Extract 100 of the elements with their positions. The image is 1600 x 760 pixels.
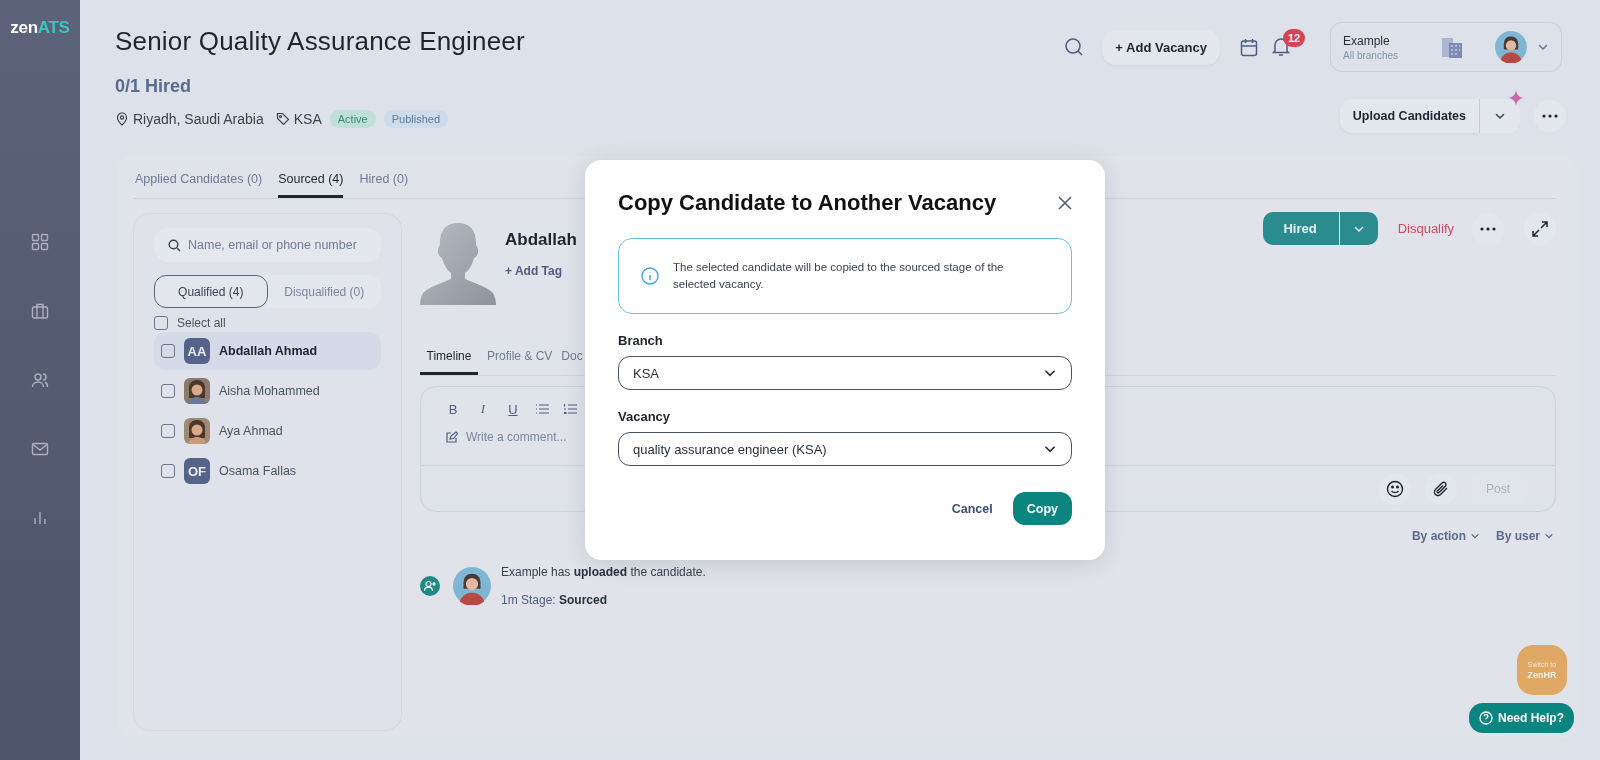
add-user-icon (420, 576, 440, 596)
status-badge: Published (383, 110, 449, 128)
checkbox[interactable] (161, 384, 175, 398)
edit-icon (445, 430, 458, 444)
location-pin-icon (115, 112, 129, 126)
timeline-entry-text: Example has uploaded the candidate. (501, 565, 706, 579)
candidate-row[interactable]: OF Osama Fallas (154, 452, 381, 490)
numbered-list-button[interactable] (563, 403, 577, 415)
avatar-placeholder-icon (420, 223, 496, 305)
select-field[interactable]: KSA (618, 356, 1072, 390)
numbered-list-icon (563, 403, 577, 415)
add-vacancy-button[interactable]: + Add Vacancy (1102, 29, 1220, 65)
briefcase-icon (31, 302, 49, 320)
bell-icon (1272, 37, 1290, 57)
nav-button[interactable] (31, 302, 49, 320)
field-label: Branch (618, 333, 664, 348)
search-icon (1064, 37, 1085, 57)
account-scope: All branches (1343, 49, 1400, 61)
bar-chart-icon (31, 509, 49, 527)
avatar-icon (453, 567, 491, 605)
building-icon (1441, 35, 1463, 59)
detail-tab[interactable]: Doc (561, 343, 583, 375)
format-button[interactable]: I (475, 401, 491, 417)
format-button[interactable]: U (505, 401, 521, 417)
more-icon (1542, 114, 1558, 118)
close-icon (1058, 196, 1072, 210)
stage-tab[interactable]: Applied Candidates (0) (135, 166, 263, 198)
calendar-icon (1240, 37, 1258, 57)
bullet-list-icon (535, 403, 549, 415)
account-switcher[interactable]: Example All branches (1330, 22, 1562, 72)
chevron-down-icon (1544, 531, 1554, 541)
select-field[interactable]: quality assurance engineer (KSA) (618, 432, 1072, 466)
add-tag-button[interactable]: + Add Tag (505, 264, 562, 278)
search-button[interactable] (1064, 37, 1085, 57)
filter-tab[interactable]: Qualified (4) (154, 275, 268, 308)
status-badge: Active (329, 110, 376, 128)
cancel-button[interactable]: Cancel (951, 501, 993, 516)
copy-button[interactable]: Copy (1012, 492, 1072, 525)
candidate-name: Osama Fallas (219, 464, 297, 478)
detail-tab[interactable]: Timeline (420, 343, 478, 375)
initials-avatar: OF (184, 458, 210, 484)
candidate-name: Abdallah Ahmad (219, 344, 318, 358)
candidate-name: Aisha Mohammed (219, 384, 320, 398)
initials-avatar: AA (184, 338, 210, 364)
upload-candidates-button[interactable]: Upload Candidates (1339, 99, 1479, 133)
notification-count: 12 (1283, 29, 1306, 47)
notifications-button[interactable] (1272, 37, 1290, 57)
app-logo: zenATS (10, 18, 70, 38)
nav-button[interactable] (31, 233, 49, 251)
mail-icon (31, 440, 49, 458)
timeline-filter[interactable]: By action (1411, 529, 1480, 543)
field-label: Vacancy (618, 409, 672, 424)
info-text: The selected candidate will be copied to the sourced stage of the selected vacancy. (673, 260, 1005, 292)
more-button[interactable] (1534, 100, 1566, 132)
nav-button[interactable] (31, 371, 49, 389)
search-field[interactable]: Name, email or phone number (154, 228, 381, 262)
timeline-entry-meta: 1m Stage: Sourced (501, 593, 609, 607)
nav-button[interactable] (31, 509, 49, 527)
candidate-name: Aya Ahmad (219, 424, 283, 438)
users-icon (31, 371, 49, 389)
select-all-label: Select all (177, 316, 226, 330)
upload-options-button[interactable] (1479, 99, 1520, 133)
nav-button[interactable] (31, 440, 49, 458)
filter-tab[interactable]: Disqualified (0) (267, 275, 381, 308)
avatar-icon (1495, 31, 1527, 63)
detail-tab[interactable]: Profile & CV (487, 343, 553, 375)
timeline-filter[interactable]: By user (1495, 529, 1554, 543)
hired-count: 0/1 Hired (115, 76, 193, 97)
format-button[interactable]: B (445, 401, 461, 417)
stage-button[interactable]: Hired (1263, 212, 1339, 245)
location-text: Riyadh, Saudi Arabia (133, 111, 264, 127)
vacancy-title: Senior Quality Assurance Engineer (115, 26, 525, 57)
help-icon (1479, 711, 1493, 725)
checkbox[interactable] (161, 344, 175, 358)
disqualify-button[interactable]: Disqualify (1397, 221, 1454, 236)
smiley-icon (1386, 479, 1404, 498)
checkbox[interactable] (161, 464, 175, 478)
expand-icon (1531, 219, 1549, 238)
bullet-list-button[interactable] (535, 403, 549, 415)
candidate-row[interactable]: Aisha Mohammed (154, 372, 381, 410)
stage-tab[interactable]: Sourced (4) (278, 166, 344, 198)
tag-icon (275, 112, 290, 126)
chevron-down-icon (1469, 531, 1480, 541)
close-button[interactable] (1058, 196, 1072, 210)
checkbox[interactable] (161, 424, 175, 438)
sparkle-icon (1508, 90, 1524, 106)
calendar-button[interactable] (1240, 37, 1258, 57)
checkbox[interactable] (154, 316, 168, 330)
more-icon (1480, 226, 1496, 231)
dialog-title: Copy Candidate to Another Vacancy (618, 190, 997, 216)
search-icon (168, 239, 181, 252)
paperclip-icon (1432, 479, 1450, 498)
branch-tag: KSA (293, 111, 322, 127)
stage-tab[interactable]: Hired (0) (359, 166, 409, 198)
candidate-row[interactable]: Aya Ahmad (154, 412, 381, 450)
help-button[interactable]: Need Help? (1469, 703, 1574, 733)
candidate-name-heading: Abdallah (505, 230, 577, 250)
account-name: Example (1343, 33, 1391, 48)
candidate-row[interactable]: AA Abdallah Ahmad (154, 332, 381, 370)
stage-options-button[interactable] (1338, 212, 1378, 245)
